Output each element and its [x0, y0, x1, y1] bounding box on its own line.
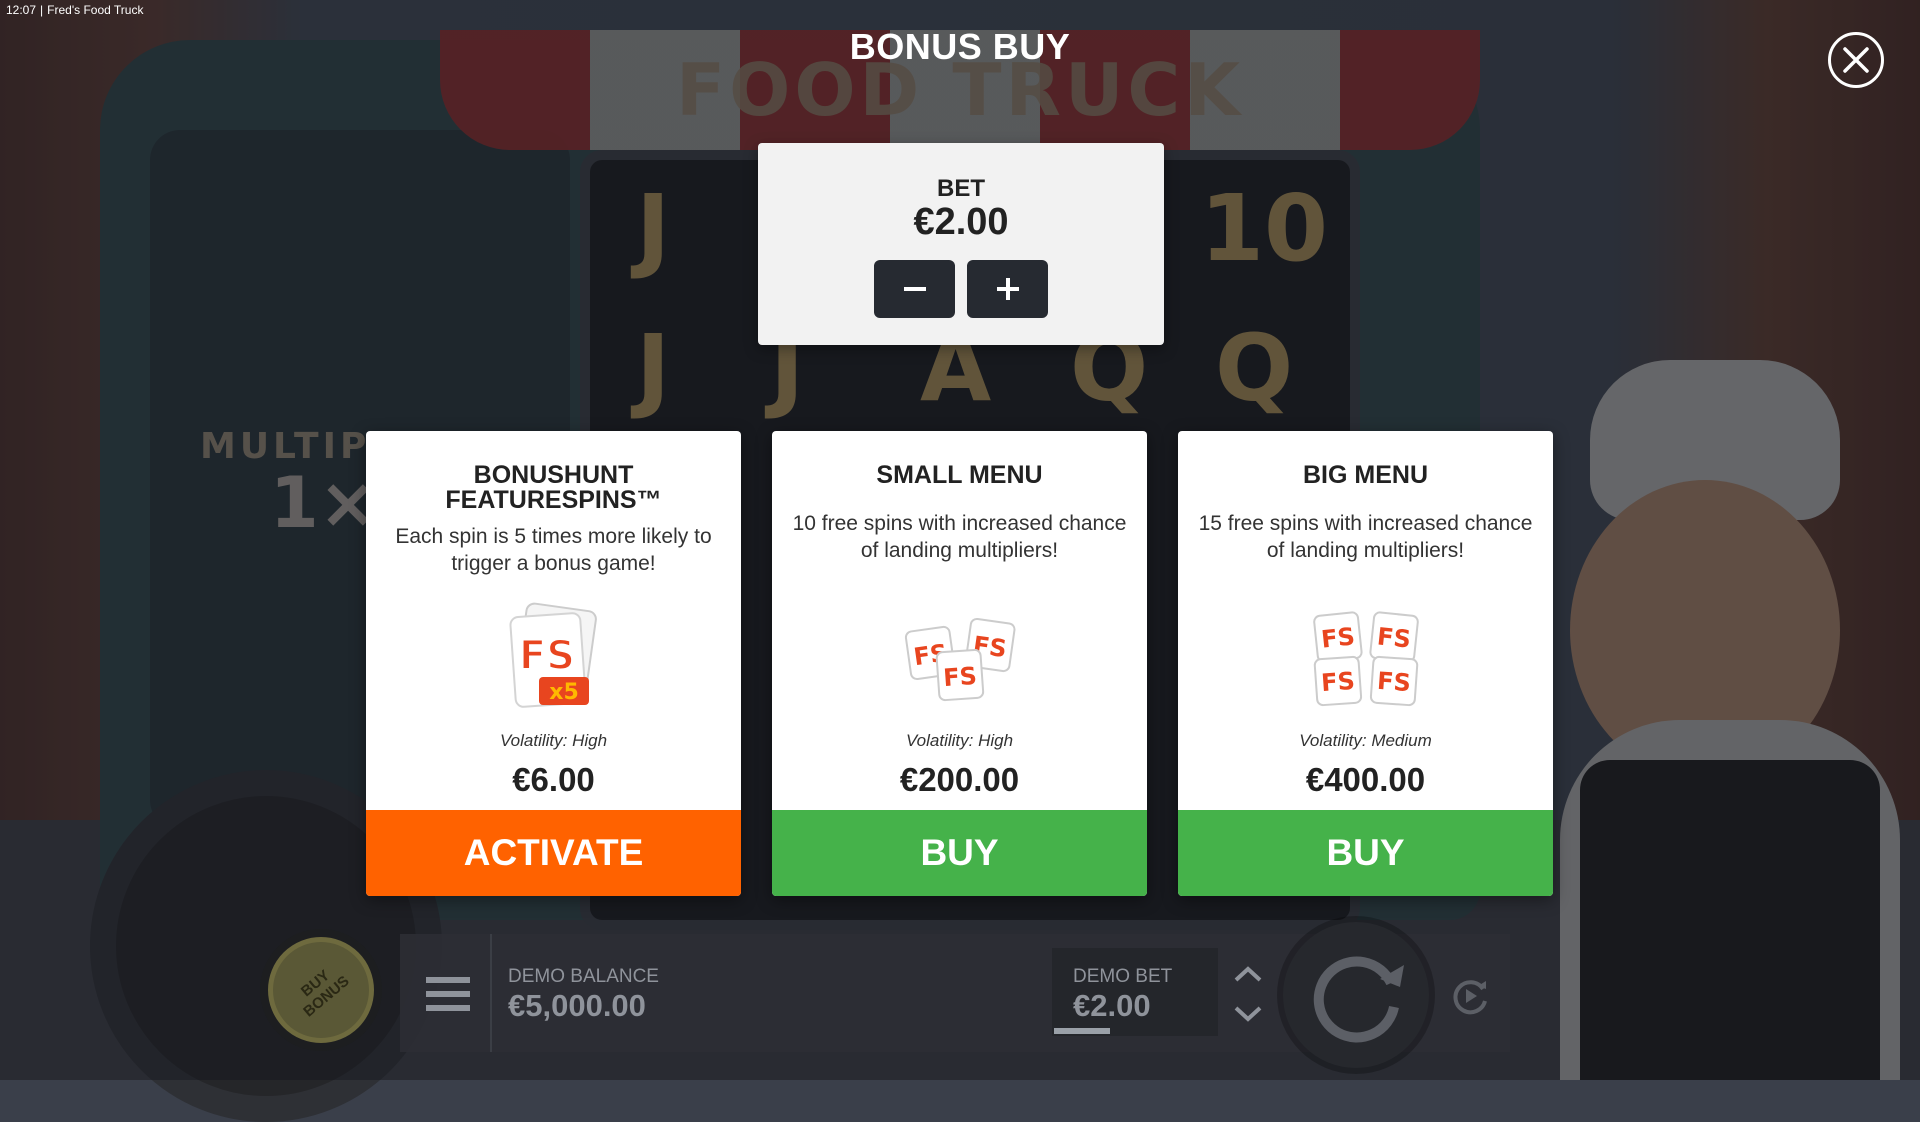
- buy-big-menu-button[interactable]: BUY: [1178, 810, 1553, 896]
- svg-text:x5: x5: [549, 680, 579, 705]
- activate-button[interactable]: ACTIVATE: [366, 810, 741, 896]
- svg-text:FS: FS: [1375, 622, 1411, 653]
- bonushunt-card: BONUSHUNT FEATURESPINS™ Each spin is 5 t…: [366, 431, 741, 896]
- card-volatility: Volatility: Medium: [1299, 731, 1432, 750]
- buy-small-menu-button[interactable]: BUY: [772, 810, 1147, 896]
- card-volatility: Volatility: High: [905, 731, 1014, 750]
- bet-up-button[interactable]: [1230, 960, 1266, 988]
- buy-bonus-label: BUY BONUS: [297, 966, 353, 1021]
- svg-text:FS: FS: [1320, 667, 1356, 697]
- autoplay-icon: [1453, 980, 1487, 1015]
- card-volatility: Volatility: High: [499, 731, 608, 750]
- bet-down-button[interactable]: [1230, 1000, 1266, 1028]
- balance-label: DEMO BALANCE: [508, 966, 659, 987]
- plus-icon: [996, 278, 1019, 300]
- small-menu-card: SMALL MENU 10 free spins with increased …: [772, 431, 1147, 896]
- demo-bet-value: €2.00: [1073, 988, 1151, 1023]
- bet-panel: BET €2.00: [758, 143, 1164, 345]
- bet-level-indicator: [1054, 1028, 1110, 1034]
- menu-button[interactable]: [416, 962, 480, 1026]
- balance-value: €5,000.00: [508, 988, 646, 1023]
- hamburger-icon: [426, 977, 470, 1011]
- divider: [490, 934, 492, 1052]
- bet-increase-button[interactable]: [967, 260, 1048, 318]
- window-title: Fred's Food Truck: [47, 3, 144, 17]
- card-title: BIG MENU: [1303, 461, 1428, 489]
- minus-icon: [903, 287, 926, 291]
- card-title: BONUSHUNT FEATURESPINS™: [445, 461, 662, 514]
- card-description: 15 free spins with increased chance of l…: [1198, 512, 1533, 562]
- card-description: Each spin is 5 times more likely to trig…: [395, 525, 712, 575]
- clock: 12:07: [6, 3, 37, 17]
- autoplay-button[interactable]: [1446, 972, 1494, 1020]
- chevron-down-icon: [1234, 1006, 1262, 1022]
- window-title-bar: 12:07 | Fred's Food Truck: [6, 3, 144, 17]
- card-price: €6.00: [512, 761, 595, 798]
- svg-text:FS: FS: [1319, 622, 1355, 653]
- spin-button[interactable]: [1283, 922, 1429, 1068]
- fs-x5-icon: FS x5: [366, 591, 741, 731]
- card-price: €400.00: [1305, 761, 1426, 798]
- svg-text:FS: FS: [942, 662, 978, 692]
- buy-bonus-button[interactable]: BUY BONUS: [268, 937, 374, 1043]
- demo-bet-label: DEMO BET: [1073, 966, 1173, 987]
- svg-text:FS: FS: [1376, 667, 1412, 697]
- fs-four-icon: FS FS FS FS: [1178, 591, 1553, 731]
- card-title: SMALL MENU: [876, 461, 1043, 489]
- close-icon: [1843, 47, 1869, 73]
- chevron-up-icon: [1234, 966, 1262, 982]
- big-menu-card: BIG MENU 15 free spins with increased ch…: [1178, 431, 1553, 896]
- bet-decrease-button[interactable]: [874, 260, 955, 318]
- bet-value: €2.00: [913, 201, 1009, 243]
- fs-three-icon: FS FS FS: [772, 591, 1147, 731]
- modal-title: BONUS BUY: [849, 26, 1071, 67]
- close-button[interactable]: [1828, 32, 1884, 88]
- card-price: €200.00: [899, 761, 1020, 798]
- spin-icon: [1313, 956, 1404, 1043]
- card-description: 10 free spins with increased chance of l…: [792, 512, 1127, 562]
- svg-text:FS: FS: [518, 633, 574, 679]
- bet-label: BET: [937, 175, 985, 202]
